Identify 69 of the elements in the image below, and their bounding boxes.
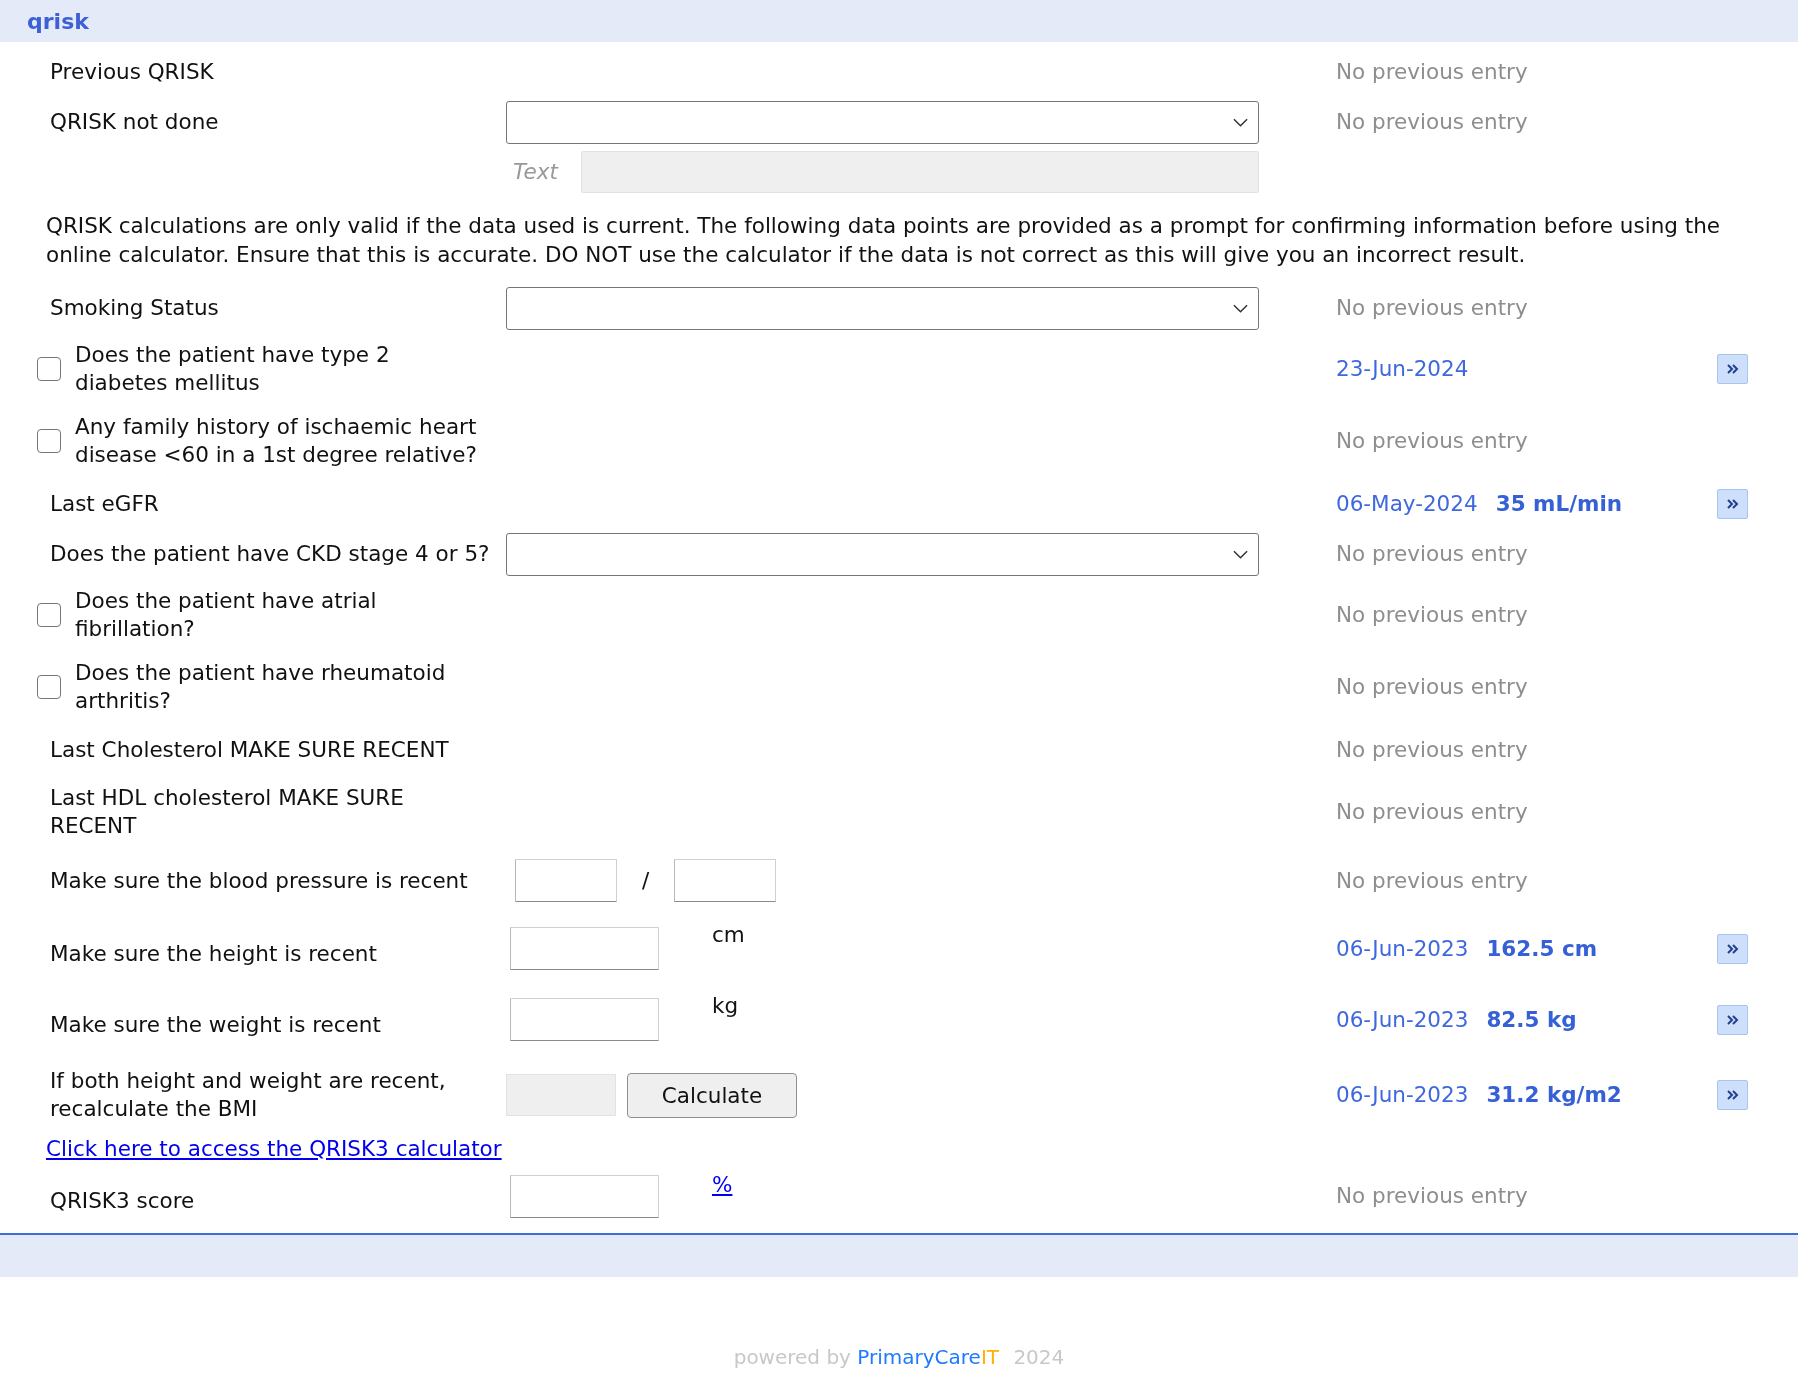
field-label: QRISK not done [49, 108, 219, 136]
previous-entry-text: No previous entry [1336, 673, 1528, 701]
calculator-link[interactable]: Click here to access the QRISK3 calculator [46, 1136, 502, 1161]
field-label: Make sure the blood pressure is recent [49, 866, 468, 895]
checkbox-label: Does the patient have rheumatoid arthritis? [75, 659, 447, 715]
double-chevron-icon [1726, 498, 1739, 509]
text-input[interactable] [674, 859, 776, 902]
form-title: qrisk [27, 8, 89, 34]
previous-entry-text: No previous entry [1336, 735, 1528, 764]
text-input[interactable] [510, 998, 659, 1041]
unit-label: cm [712, 921, 745, 949]
previous-entry-text: No previous entry [1336, 427, 1528, 455]
previous-entry-text: No previous entry [1336, 294, 1528, 322]
previous-date: 06-Jun-2023 [1336, 934, 1469, 963]
unit-label: kg [712, 992, 739, 1020]
text-label: Text [512, 158, 560, 186]
dropdown-field[interactable] [506, 286, 1259, 330]
double-chevron-icon [1726, 1090, 1739, 1100]
field-label: Previous QRISK [49, 57, 214, 86]
checkbox[interactable] [37, 603, 61, 627]
chevron-down-icon [1233, 303, 1248, 313]
previous-date: 06-Jun-2023 [1336, 1005, 1469, 1034]
field-label: QRISK3 score [49, 1187, 195, 1215]
previous-entry-text: No previous entry [1336, 57, 1528, 86]
checkbox[interactable] [37, 357, 61, 381]
checkbox-label: Does the patient have atrial fibrillation? [75, 587, 378, 643]
copy-button[interactable] [1717, 488, 1748, 519]
checkbox-label: Any family history of ischaemic heart disease <60 in a 1st degree relative? [75, 413, 478, 469]
copy-button[interactable] [1717, 354, 1748, 384]
field-label: Last Cholesterol MAKE SURE RECENT [49, 735, 449, 764]
text-input[interactable] [515, 859, 617, 902]
checkbox-label: Does the patient have type 2 diabetes mellitus [75, 341, 391, 397]
slash-separator: / [640, 866, 651, 895]
field-label: Make sure the weight is recent [49, 1010, 381, 1039]
previous-entry-text: No previous entry [1336, 540, 1528, 568]
double-chevron-icon [1726, 364, 1739, 374]
previous-entry-text: No previous entry [1336, 798, 1528, 826]
field-label: Last eGFR [49, 489, 159, 518]
field-label: Does the patient have CKD stage 4 or 5? [49, 540, 490, 568]
chevron-down-icon [1233, 117, 1248, 127]
previous-date: 06-Jun-2023 [1336, 1081, 1469, 1109]
previous-entry-text: No previous entry [1336, 1182, 1528, 1210]
brand-name: PrimaryCareIT [857, 1345, 1000, 1369]
text-input[interactable] [510, 927, 659, 970]
dropdown-field[interactable] [506, 532, 1259, 576]
percent-link[interactable]: % [712, 1171, 733, 1199]
previous-value: 162.5 cm [1486, 934, 1598, 963]
text-input[interactable] [510, 1174, 659, 1218]
field-label: Make sure the height is recent [49, 939, 377, 968]
previous-value: 82.5 kg [1486, 1005, 1577, 1034]
double-chevron-icon [1726, 1014, 1739, 1025]
previous-value: 35 mL/min [1495, 489, 1623, 518]
double-chevron-icon [1726, 943, 1739, 954]
copy-button[interactable] [1717, 1004, 1748, 1035]
checkbox[interactable] [37, 675, 61, 699]
info-paragraph: QRISK calculations are only valid if the data used is current. The following data points are provided as a prompt for confirming information before using the online calculator. Ensure that this is accurate. DO NOT use the calculator if the data is not correct as this will give you an incorrect result. [46, 212, 1722, 269]
previous-date: 23-Jun-2024 [1336, 355, 1469, 383]
previous-entry-text: No previous entry [1336, 108, 1528, 136]
previous-value: 31.2 kg/m2 [1486, 1081, 1622, 1109]
dropdown-field[interactable] [506, 100, 1259, 144]
checkbox[interactable] [37, 429, 61, 453]
field-label: Smoking Status [49, 294, 219, 322]
previous-entry-text: No previous entry [1336, 866, 1528, 895]
chevron-down-icon [1233, 549, 1248, 559]
previous-entry-text: No previous entry [1336, 601, 1528, 629]
field-label: If both height and weight are recent, recalculate the BMI [49, 1067, 447, 1123]
copy-button[interactable] [1717, 933, 1748, 964]
field-label: Last HDL cholesterol MAKE SURE RECENT [49, 784, 405, 840]
previous-date: 06-May-2024 [1336, 489, 1478, 518]
